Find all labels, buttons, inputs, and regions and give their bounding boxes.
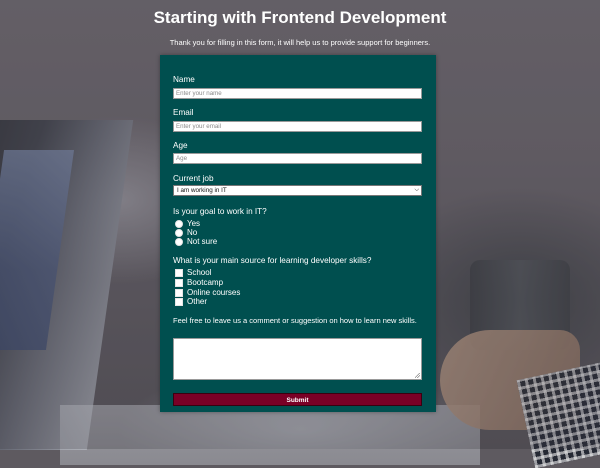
name-input[interactable] bbox=[173, 88, 422, 99]
goal-label: Is your goal to work in IT? bbox=[173, 207, 267, 216]
current-job-selected-value: I am working in IT bbox=[177, 187, 227, 194]
source-option-school[interactable]: School bbox=[175, 268, 211, 277]
resize-grip-icon[interactable] bbox=[415, 373, 420, 378]
goal-option-yes[interactable]: Yes bbox=[175, 219, 200, 228]
source-option-bootcamp[interactable]: Bootcamp bbox=[175, 278, 223, 287]
source-option-label: Bootcamp bbox=[187, 278, 224, 287]
source-option-label: Online courses bbox=[187, 288, 241, 297]
source-option-label: Other bbox=[187, 297, 208, 306]
goal-option-label: No bbox=[187, 228, 198, 237]
checkbox[interactable] bbox=[175, 268, 183, 277]
current-job-select[interactable]: I am working in IT ⌵ bbox=[173, 185, 422, 196]
comment-textarea[interactable] bbox=[173, 338, 422, 380]
page-title: Starting with Frontend Development bbox=[153, 8, 447, 27]
radio-button[interactable] bbox=[175, 228, 183, 237]
survey-form: Name Email Age Current job I am working … bbox=[160, 55, 436, 412]
source-option-online-courses[interactable]: Online courses bbox=[175, 288, 240, 297]
radio-button[interactable] bbox=[175, 237, 183, 246]
goal-option-no[interactable]: No bbox=[175, 228, 197, 237]
survey-page: Starting with Frontend Development Thank… bbox=[0, 0, 600, 449]
checkbox[interactable] bbox=[175, 278, 183, 287]
goal-option-label: Not sure bbox=[187, 237, 218, 246]
source-option-other[interactable]: Other bbox=[175, 297, 207, 306]
chevron-down-icon: ⌵ bbox=[414, 187, 419, 193]
age-label: Age bbox=[173, 141, 188, 150]
age-input[interactable] bbox=[173, 153, 422, 164]
checkbox[interactable] bbox=[175, 297, 183, 306]
comment-label: Feel free to leave us a comment or sugge… bbox=[173, 316, 417, 325]
radio-button[interactable] bbox=[175, 219, 183, 228]
goal-option-not-sure[interactable]: Not sure bbox=[175, 237, 217, 246]
checkbox[interactable] bbox=[175, 288, 183, 297]
name-label: Name bbox=[173, 75, 195, 84]
email-input[interactable] bbox=[173, 121, 422, 132]
submit-button[interactable]: Submit bbox=[173, 393, 422, 406]
goal-option-label: Yes bbox=[187, 219, 201, 228]
source-option-label: School bbox=[187, 268, 212, 277]
current-job-label: Current job bbox=[173, 174, 214, 183]
page-description: Thank you for filling in this form, it w… bbox=[169, 38, 431, 47]
source-label: What is your main source for learning de… bbox=[173, 256, 372, 265]
email-label: Email bbox=[173, 108, 194, 117]
